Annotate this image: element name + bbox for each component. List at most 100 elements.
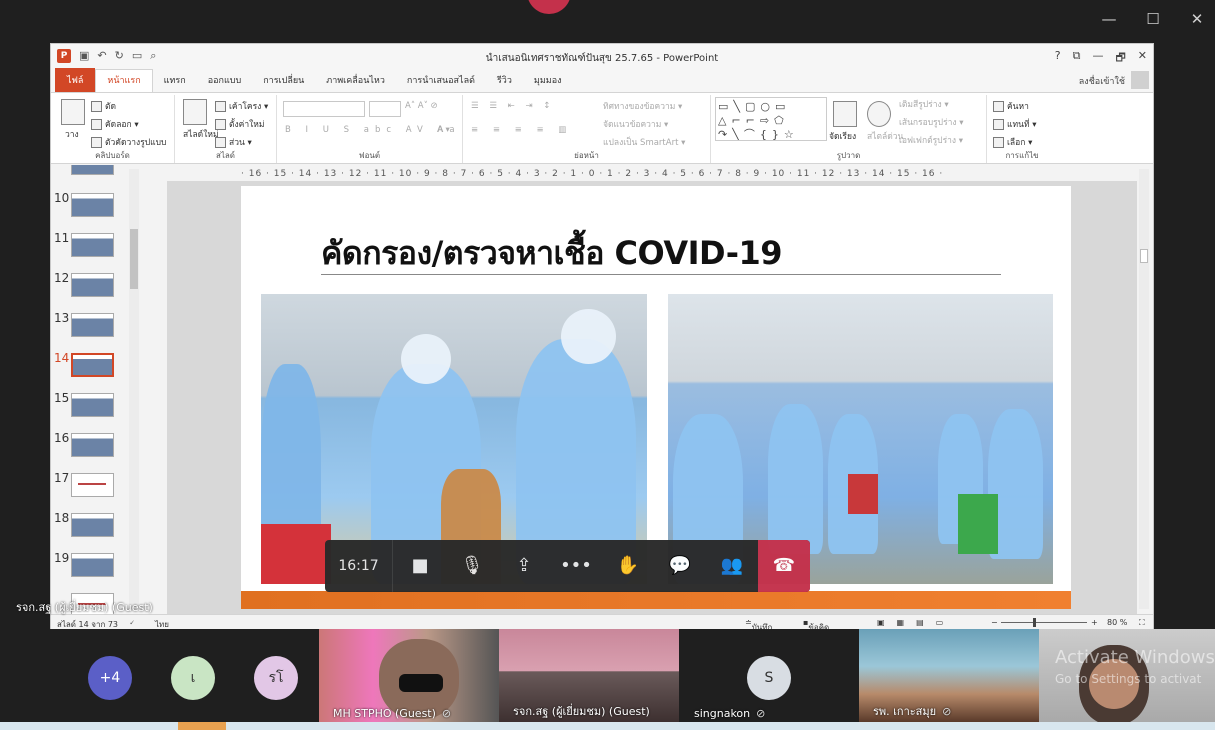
new-slide-button[interactable]: สไลด์ใหม่ bbox=[183, 127, 219, 141]
new-slide-icon[interactable] bbox=[183, 99, 207, 125]
ppt-restore-button[interactable]: 🗗 bbox=[1115, 49, 1125, 68]
camera-icon[interactable]: ■ bbox=[395, 540, 445, 592]
cut-button[interactable]: ตัด bbox=[91, 99, 116, 113]
align-buttons[interactable]: ≡ ≡ ≡ ≡ ▥ bbox=[471, 125, 572, 135]
tab-design[interactable]: ออกแบบ bbox=[197, 70, 253, 92]
font-format-buttons[interactable]: B I U S abc AV Aa bbox=[285, 125, 461, 135]
slide-thumb-18[interactable]: 18 bbox=[51, 509, 139, 549]
text-direction-button[interactable]: ทิศทางของข้อความ ▾ bbox=[603, 99, 682, 113]
tab-review[interactable]: รีวิว bbox=[486, 70, 523, 92]
tab-file[interactable]: ไฟล์ bbox=[55, 68, 96, 92]
share-screen-icon[interactable]: ⇪ bbox=[499, 540, 549, 592]
more-participants-badge[interactable]: +4 bbox=[88, 656, 132, 700]
notes-button[interactable]: ≐ บันทึกย่อ bbox=[745, 618, 772, 630]
ribbon-display-button[interactable]: ⧉ bbox=[1073, 49, 1081, 68]
format-painter-button[interactable]: ตัวคัดวางรูปแบบ bbox=[91, 135, 166, 149]
participant-name: รพ. เกาะสมุย ⊘ bbox=[873, 705, 952, 718]
ppt-title-bar: P ▣ ↶ ↻ ▭ ⌕ นำเสนอนิเทศราชทัณฑ์ปันสุข 25… bbox=[51, 44, 1153, 70]
participant-video-tile[interactable]: รพ. เกาะสมุย ⊘ bbox=[859, 629, 1039, 722]
quick-styles-button[interactable]: สไตล์ด่วน bbox=[867, 129, 903, 143]
mic-off-icon: ⊘ bbox=[756, 707, 766, 720]
paste-button[interactable]: วาง bbox=[65, 127, 79, 141]
sign-in-link[interactable]: ลงชื่อเข้าใช้ bbox=[1079, 74, 1125, 88]
paste-icon[interactable] bbox=[61, 99, 85, 125]
more-actions-icon[interactable]: ••• bbox=[551, 540, 601, 592]
font-size-buttons[interactable]: A˄ A˅ ⊘ bbox=[405, 101, 438, 111]
slides-thumbnail-pane: 10 11 12 13 14 15 16 17 18 19 bbox=[51, 165, 139, 616]
font-color-button[interactable]: A ▾ bbox=[437, 125, 450, 135]
spellcheck-icon[interactable]: 🗸 bbox=[129, 618, 135, 628]
user-avatar[interactable] bbox=[1131, 71, 1149, 89]
slides-group: สไลด์ใหม่ เค้าโครง ▾ ตั้งค่าใหม่ ส่วน ▾ … bbox=[175, 95, 277, 163]
participant-avatar[interactable]: รโ bbox=[254, 656, 298, 700]
section-button[interactable]: ส่วน ▾ bbox=[215, 135, 252, 149]
participant-video-tile[interactable]: รจก.สฐ (ผู้เยี่ยมชม) (Guest) bbox=[499, 629, 679, 722]
select-button[interactable]: เลือก ▾ bbox=[993, 135, 1032, 149]
copy-button[interactable]: คัดลอก ▾ bbox=[91, 117, 139, 131]
slide-thumb-11[interactable]: 11 bbox=[51, 229, 139, 269]
zoom-in-button[interactable]: + bbox=[1091, 618, 1098, 627]
tab-insert[interactable]: แทรก bbox=[153, 70, 197, 92]
thumbnail-scrollbar[interactable] bbox=[129, 169, 139, 609]
tab-transitions[interactable]: การเปลี่ยน bbox=[252, 70, 315, 92]
list-buttons[interactable]: ☰ ☰ ⇤ ⇥ ↕ bbox=[471, 101, 554, 111]
font-size-combo[interactable] bbox=[369, 101, 401, 117]
hang-up-button[interactable]: ☎ bbox=[758, 540, 810, 592]
tab-home[interactable]: หน้าแรก bbox=[95, 69, 153, 92]
tab-animations[interactable]: ภาพเคลื่อนไหว bbox=[315, 70, 396, 92]
align-text-button[interactable]: จัดแนวข้อความ ▾ bbox=[603, 117, 668, 131]
zoom-out-button[interactable]: − bbox=[991, 618, 998, 627]
tab-view[interactable]: มุมมอง bbox=[523, 70, 573, 92]
ppt-window-title: นำเสนอนิเทศราชทัณฑ์ปันสุข 25.7.65 - Powe… bbox=[485, 53, 719, 64]
arrange-button[interactable]: จัดเรียง bbox=[829, 129, 856, 143]
tab-slideshow[interactable]: การนำเสนอสไลด์ bbox=[396, 70, 486, 92]
participant-avatar[interactable]: เ bbox=[171, 656, 215, 700]
arrange-icon[interactable] bbox=[833, 101, 857, 127]
chat-icon[interactable]: 💬 bbox=[655, 540, 705, 592]
minimize-button[interactable]: — bbox=[1098, 10, 1120, 28]
participants-icon[interactable]: 👥 bbox=[707, 540, 757, 592]
mic-off-icon[interactable]: 🎙 bbox=[447, 540, 497, 592]
help-button[interactable]: ? bbox=[1055, 49, 1061, 68]
shape-effects-button[interactable]: เอฟเฟกต์รูปร่าง ▾ bbox=[899, 133, 963, 147]
slide-title[interactable]: คัดกรอง/ตรวจหาเชื้อ COVID-19 bbox=[321, 228, 783, 279]
layout-button[interactable]: เค้าโครง ▾ bbox=[215, 99, 268, 113]
view-buttons[interactable]: ▣▦▤▭ bbox=[877, 618, 955, 627]
reset-button[interactable]: ตั้งค่าใหม่ bbox=[215, 117, 265, 131]
slide-thumb-15[interactable]: 15 bbox=[51, 389, 139, 429]
participant-name: MH STPHO (Guest) ⊘ bbox=[333, 707, 452, 720]
shape-fill-button[interactable]: เติมสีรูปร่าง ▾ bbox=[899, 97, 949, 111]
slide-thumb-13[interactable]: 13 bbox=[51, 309, 139, 349]
close-button[interactable]: ✕ bbox=[1186, 10, 1208, 28]
replace-button[interactable]: แทนที่ ▾ bbox=[993, 117, 1036, 131]
zoom-slider-thumb[interactable] bbox=[1033, 618, 1036, 627]
fit-slide-icon[interactable]: ⛶ bbox=[1139, 618, 1145, 628]
thumbnail-scroll-thumb[interactable] bbox=[130, 229, 138, 289]
font-family-combo[interactable] bbox=[283, 101, 365, 117]
zoom-slider[interactable] bbox=[1001, 622, 1087, 623]
slide-thumb-16[interactable]: 16 bbox=[51, 429, 139, 469]
activate-windows-watermark: Activate Windows Go to Settings to activ… bbox=[1055, 647, 1215, 686]
slide-thumb-17[interactable]: 17 bbox=[51, 469, 139, 509]
shape-outline-button[interactable]: เส้นกรอบรูปร่าง ▾ bbox=[899, 115, 964, 129]
ppt-minimize-button[interactable]: — bbox=[1092, 49, 1103, 68]
quick-styles-icon[interactable] bbox=[867, 101, 891, 127]
slide-thumb-19[interactable]: 19 bbox=[51, 549, 139, 589]
zoom-level[interactable]: 80 % bbox=[1107, 618, 1127, 627]
slide-thumb-12[interactable]: 12 bbox=[51, 269, 139, 309]
slide-scrollbar[interactable] bbox=[1139, 169, 1149, 609]
participant-avatar[interactable]: S bbox=[747, 656, 791, 700]
ppt-close-button[interactable]: ✕ bbox=[1138, 49, 1147, 68]
raise-hand-icon[interactable]: ✋ bbox=[603, 540, 653, 592]
participant-video-tile[interactable]: MH STPHO (Guest) ⊘ bbox=[319, 629, 499, 722]
find-button[interactable]: ค้นหา bbox=[993, 99, 1029, 113]
maximize-button[interactable]: ☐ bbox=[1142, 10, 1164, 28]
slide-thumb-10[interactable]: 10 bbox=[51, 189, 139, 229]
comments-button[interactable]: ▪ ข้อคิดเห็น bbox=[803, 618, 829, 630]
clipboard-group-label: คลิปบอร์ด bbox=[95, 151, 130, 160]
shapes-gallery[interactable]: ▭╲▢○▭ △⌐⌐⇨⬠ ↷╲⌒{}☆ bbox=[715, 97, 827, 141]
slide-thumb-14[interactable]: 14 bbox=[51, 349, 139, 389]
slide-scroll-thumb[interactable] bbox=[1140, 249, 1148, 263]
taskbar-strip bbox=[0, 722, 1215, 730]
smartart-button[interactable]: แปลงเป็น SmartArt ▾ bbox=[603, 135, 685, 149]
